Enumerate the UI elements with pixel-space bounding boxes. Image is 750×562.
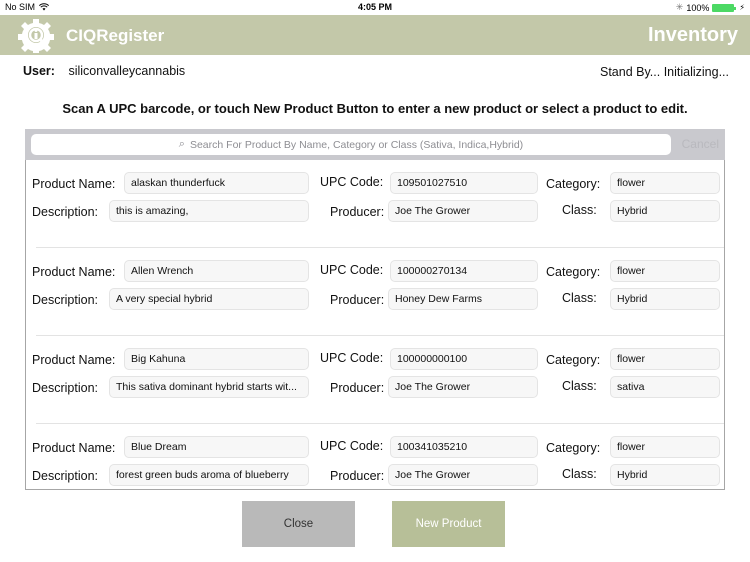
upc-code-label: UPC Code: — [320, 263, 384, 277]
class-label: Class: — [562, 379, 597, 393]
battery-percent: 100% — [686, 2, 710, 13]
category-label: Category: — [546, 265, 601, 279]
product-name-label: Product Name: — [32, 353, 116, 367]
description-field[interactable]: This sativa dominant hybrid starts wit..… — [109, 376, 309, 398]
description-label: Description: — [32, 381, 98, 395]
producer-field[interactable]: Joe The Grower — [388, 464, 538, 486]
product-row[interactable]: Product Name: Blue Dream Description: fo… — [26, 424, 724, 489]
class-field[interactable]: Hybrid — [610, 464, 720, 486]
user-info: User: siliconvalleycannabis — [23, 64, 185, 78]
producer-field[interactable]: Honey Dew Farms — [388, 288, 538, 310]
description-label: Description: — [32, 205, 98, 219]
upc-code-label: UPC Code: — [320, 175, 384, 189]
close-button[interactable]: Close — [242, 501, 355, 547]
bluetooth-icon: ✳ — [675, 2, 684, 12]
app-title: CIQRegister — [66, 26, 165, 45]
description-field[interactable]: this is amazing, — [109, 200, 309, 222]
product-row[interactable]: Product Name: Allen Wrench Description: … — [26, 248, 724, 336]
description-field[interactable]: forest green buds aroma of blueberry — [109, 464, 309, 486]
producer-label: Producer: — [330, 293, 385, 307]
search-bar: ⌕ Search For Product By Name, Category o… — [25, 129, 725, 160]
status-bar: No SIM 4:05 PM ✳ 100% ⚡ — [0, 0, 750, 15]
app-header: CIQRegister Inventory — [0, 15, 750, 55]
category-label: Category: — [546, 441, 601, 455]
upc-code-field[interactable]: 109501027510 — [390, 172, 538, 194]
product-name-field[interactable]: Blue Dream — [124, 436, 309, 458]
search-input[interactable]: ⌕ Search For Product By Name, Category o… — [31, 134, 671, 155]
cancel-button[interactable]: Cancel — [682, 137, 719, 151]
producer-label: Producer: — [330, 381, 385, 395]
new-product-button[interactable]: New Product — [392, 501, 505, 547]
description-field[interactable]: A very special hybrid — [109, 288, 309, 310]
description-label: Description: — [32, 469, 98, 483]
gear-logo-icon — [18, 19, 54, 53]
upc-code-field[interactable]: 100341035210 — [390, 436, 538, 458]
producer-field[interactable]: Joe The Grower — [388, 200, 538, 222]
battery-icon — [712, 3, 737, 12]
class-label: Class: — [562, 467, 597, 481]
upc-code-field[interactable]: 100000270134 — [390, 260, 538, 282]
product-row[interactable]: Product Name: alaskan thunderfuck Descri… — [26, 160, 724, 248]
category-label: Category: — [546, 353, 601, 367]
product-name-label: Product Name: — [32, 265, 116, 279]
product-name-field[interactable]: Allen Wrench — [124, 260, 309, 282]
producer-label: Producer: — [330, 205, 385, 219]
search-icon: ⌕ — [178, 138, 185, 150]
class-field[interactable]: Hybrid — [610, 200, 720, 222]
user-label: User: — [23, 64, 55, 78]
class-field[interactable]: sativa — [610, 376, 720, 398]
status-message: Stand By... Initializing... — [600, 65, 729, 79]
search-placeholder: Search For Product By Name, Category or … — [189, 138, 524, 151]
product-list[interactable]: Product Name: alaskan thunderfuck Descri… — [25, 160, 725, 490]
category-field[interactable]: flower — [610, 172, 720, 194]
product-row[interactable]: Product Name: Big Kahuna Description: Th… — [26, 336, 724, 424]
user-name: siliconvalleycannabis — [68, 64, 186, 78]
producer-label: Producer: — [330, 469, 385, 483]
category-field[interactable]: flower — [610, 348, 720, 370]
clock: 4:05 PM — [357, 2, 392, 12]
category-field[interactable]: flower — [610, 436, 720, 458]
category-field[interactable]: flower — [610, 260, 720, 282]
upc-code-label: UPC Code: — [320, 351, 384, 365]
instruction-text: Scan A UPC barcode, or touch New Product… — [62, 101, 688, 116]
category-label: Category: — [546, 177, 601, 191]
description-label: Description: — [32, 293, 98, 307]
charging-icon: ⚡ — [739, 3, 745, 12]
upc-code-field[interactable]: 100000000100 — [390, 348, 538, 370]
page-title: Inventory — [647, 24, 738, 46]
class-field[interactable]: Hybrid — [610, 288, 720, 310]
product-name-field[interactable]: Big Kahuna — [124, 348, 309, 370]
product-name-label: Product Name: — [32, 441, 116, 455]
class-label: Class: — [562, 291, 597, 305]
producer-field[interactable]: Joe The Grower — [388, 376, 538, 398]
product-name-field[interactable]: alaskan thunderfuck — [124, 172, 309, 194]
upc-code-label: UPC Code: — [320, 439, 384, 453]
class-label: Class: — [562, 203, 597, 217]
product-name-label: Product Name: — [32, 177, 116, 191]
